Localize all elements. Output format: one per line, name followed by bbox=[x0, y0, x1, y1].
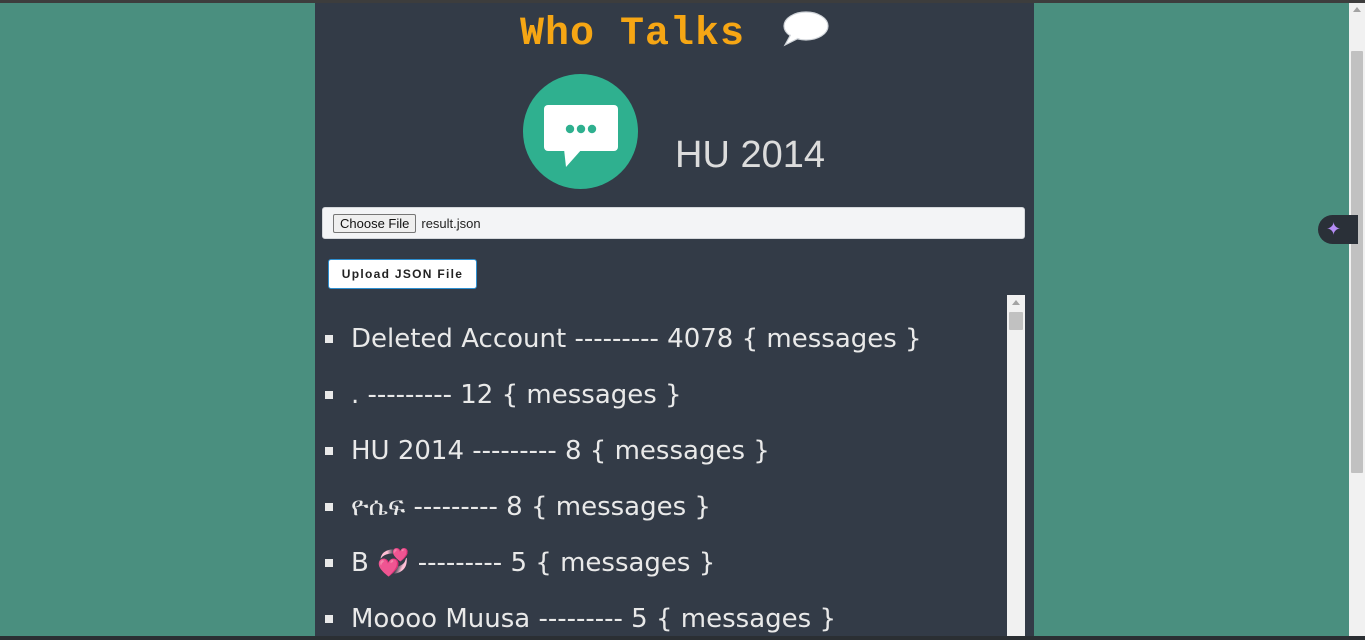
separator: --------- bbox=[367, 380, 452, 410]
list-bullet bbox=[325, 447, 333, 455]
ranking-list-item: B 💞 --------- 5 { messages } bbox=[315, 535, 922, 591]
separator: --------- bbox=[574, 324, 659, 354]
app-title-text: Who Talks bbox=[519, 12, 746, 57]
ranking-list: Deleted Account --------- 4078 { message… bbox=[315, 311, 922, 636]
messages-unit-label: { messages } bbox=[530, 492, 711, 522]
separator: --------- bbox=[417, 548, 503, 578]
message-count: 12 bbox=[460, 380, 494, 410]
message-count: 4078 bbox=[667, 324, 734, 354]
app-panel: Who Talks HU 2014 Choose File result.jso… bbox=[315, 3, 1034, 636]
list-bullet bbox=[325, 615, 333, 623]
list-bullet bbox=[325, 559, 333, 567]
separator: --------- bbox=[538, 604, 623, 634]
messages-unit-label: { messages } bbox=[655, 604, 836, 634]
app-title: Who Talks bbox=[315, 10, 1034, 59]
file-input[interactable]: Choose File result.json bbox=[322, 207, 1025, 239]
speech-bubble-icon bbox=[781, 10, 829, 47]
list-scrollbar-thumb[interactable] bbox=[1009, 312, 1023, 330]
separator: --------- bbox=[413, 492, 498, 522]
ranking-list-item: ዮሴፍ --------- 8 { messages } bbox=[315, 479, 922, 535]
group-logo bbox=[523, 74, 638, 189]
page-scrollbar[interactable] bbox=[1349, 3, 1365, 636]
sparkle-icon: ✦ bbox=[1326, 219, 1342, 240]
page-scroll-up-arrow-icon[interactable] bbox=[1353, 7, 1361, 12]
ranking-list-container[interactable]: Deleted Account --------- 4078 { message… bbox=[315, 295, 1026, 636]
choose-file-button[interactable]: Choose File bbox=[333, 213, 417, 233]
message-count: 5 bbox=[631, 604, 648, 634]
member-name: B 💞 bbox=[351, 548, 410, 578]
message-count: 8 bbox=[564, 436, 582, 466]
ranking-list-item: . --------- 12 { messages } bbox=[315, 367, 922, 423]
message-count: 8 bbox=[506, 492, 523, 522]
member-name: Moooo Muusa bbox=[351, 604, 531, 634]
scroll-up-arrow-icon[interactable] bbox=[1012, 300, 1020, 305]
chat-dots-icon bbox=[544, 105, 618, 171]
assistant-button[interactable]: ✦ bbox=[1318, 215, 1358, 244]
member-name: ዮሴፍ bbox=[351, 492, 406, 522]
messages-unit-label: { messages } bbox=[741, 324, 922, 354]
upload-json-button[interactable]: Upload JSON File bbox=[328, 259, 477, 289]
messages-unit-label: { messages } bbox=[535, 548, 716, 578]
browser-bottom-edge bbox=[0, 636, 1365, 640]
group-name: HU 2014 bbox=[675, 134, 825, 176]
list-bullet bbox=[325, 391, 333, 399]
ranking-list-item: HU 2014 --------- 8 { messages } bbox=[315, 423, 922, 479]
messages-unit-label: { messages } bbox=[501, 380, 682, 410]
message-count: 5 bbox=[510, 548, 527, 578]
list-bullet bbox=[325, 503, 333, 511]
selected-file-name: result.json bbox=[421, 215, 481, 231]
member-name: . bbox=[351, 380, 360, 410]
member-name: HU 2014 bbox=[351, 436, 465, 466]
list-bullet bbox=[325, 335, 333, 343]
list-scrollbar[interactable] bbox=[1007, 295, 1025, 636]
ranking-list-item: Moooo Muusa --------- 5 { messages } bbox=[315, 591, 922, 636]
ranking-list-item: Deleted Account --------- 4078 { message… bbox=[315, 311, 922, 367]
member-name: Deleted Account bbox=[351, 324, 567, 354]
page-scrollbar-thumb[interactable] bbox=[1351, 51, 1363, 473]
separator: --------- bbox=[472, 436, 557, 466]
messages-unit-label: { messages } bbox=[589, 436, 770, 466]
